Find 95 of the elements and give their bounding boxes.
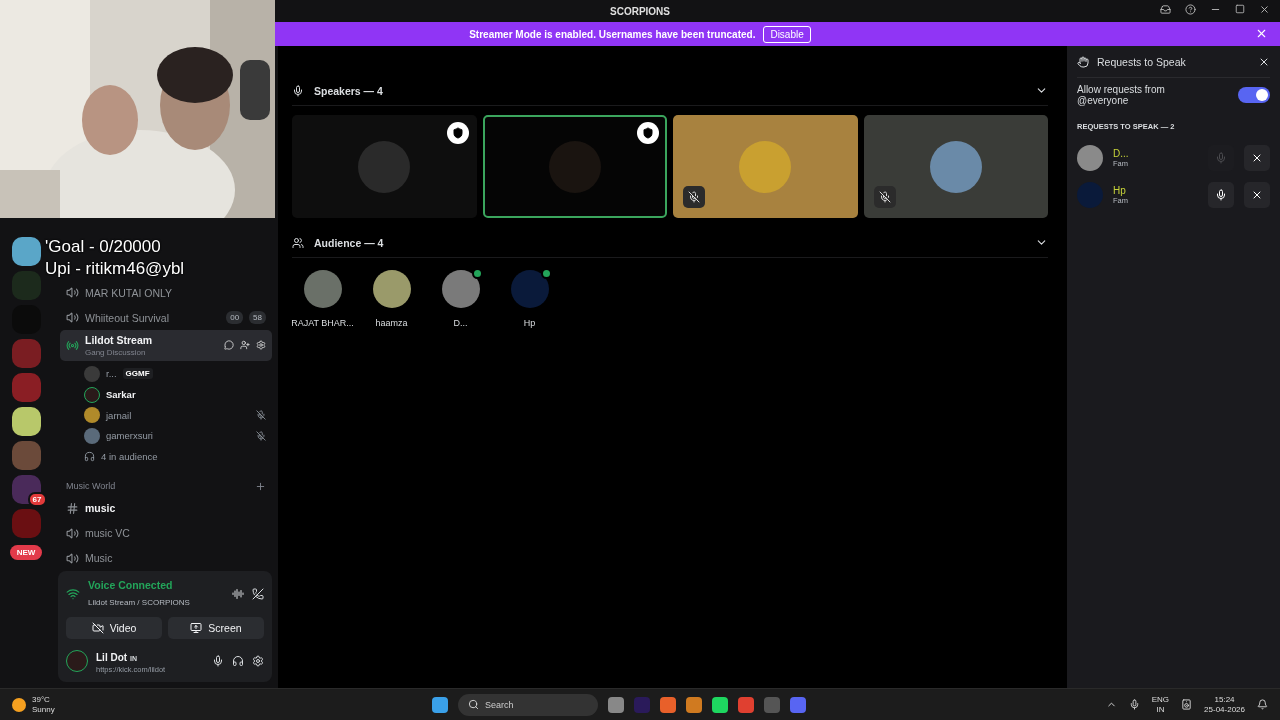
user-avatar xyxy=(66,649,88,672)
invite-icon xyxy=(240,340,250,351)
hash-icon xyxy=(66,501,79,515)
app-icon[interactable] xyxy=(686,696,702,713)
settings-icon xyxy=(256,340,266,351)
server-icon[interactable] xyxy=(11,407,41,436)
chat-icon xyxy=(224,340,234,351)
headphones-icon xyxy=(84,451,95,463)
camera-off-icon xyxy=(91,622,104,634)
user-name: Lil Dot xyxy=(96,652,128,663)
audience-count: 4 in audience xyxy=(101,451,158,463)
sun-icon xyxy=(12,697,26,712)
user-avatar[interactable] xyxy=(441,270,480,308)
channel-item[interactable]: Whiiteout Survival 00 58 xyxy=(60,305,272,330)
section-title: Audience — 4 xyxy=(314,236,384,249)
member-name[interactable]: jarnail xyxy=(106,409,132,421)
dismiss-button[interactable] xyxy=(1244,144,1270,171)
temperature: 39°C xyxy=(32,694,51,705)
screen-share-button[interactable]: Screen xyxy=(168,617,264,639)
soundwave-icon xyxy=(232,588,244,600)
user-avatar[interactable] xyxy=(510,270,549,308)
overlay-text: 'Goal - 0/20000 xyxy=(45,236,162,258)
user-avatar xyxy=(1077,181,1103,208)
mic-icon xyxy=(1128,699,1140,710)
search-field[interactable]: Search xyxy=(458,693,598,716)
bell-icon xyxy=(1257,699,1268,710)
channel-item[interactable]: MAR KUTAI ONLY xyxy=(60,280,272,305)
app-icon[interactable] xyxy=(712,696,728,713)
window-title: SCORPIONS xyxy=(610,5,670,17)
plus-icon xyxy=(255,480,266,492)
clan-tag: GGMF xyxy=(122,368,153,380)
inbox-icon xyxy=(1160,4,1171,15)
mic-icon xyxy=(1215,151,1227,164)
mic-icon xyxy=(1215,188,1227,201)
weather-condition: Sunny xyxy=(32,704,55,715)
language[interactable]: ENG xyxy=(1151,694,1170,705)
disable-button[interactable]: Disable xyxy=(763,25,811,43)
requester-name: D... xyxy=(1113,147,1130,159)
app-icon[interactable] xyxy=(660,696,676,713)
requester-name: Hp xyxy=(1113,184,1127,196)
user-avatar[interactable] xyxy=(372,270,411,308)
channel-item[interactable]: music VC xyxy=(60,520,272,546)
maximize-icon xyxy=(1235,4,1245,15)
new-badge: NEW xyxy=(9,545,43,560)
voice-status: Voice Connected xyxy=(88,579,174,591)
clock-date[interactable]: 25-04-2026 xyxy=(1204,704,1245,715)
mic-icon xyxy=(292,84,304,97)
start-icon[interactable] xyxy=(432,696,448,713)
screen-share-icon xyxy=(190,622,203,634)
speaker-tile[interactable] xyxy=(863,115,1048,218)
category-name[interactable]: Music World xyxy=(66,481,116,492)
help-icon xyxy=(1185,4,1196,15)
hang-up-icon xyxy=(252,588,264,600)
member-name[interactable]: r... xyxy=(106,368,117,380)
member-name[interactable]: gamerxsuri xyxy=(106,430,153,442)
channel-item[interactable]: music xyxy=(60,495,272,521)
users-icon xyxy=(292,236,304,249)
dismiss-button[interactable] xyxy=(1244,181,1270,208)
signal-icon xyxy=(66,587,80,601)
clock-time[interactable]: 15:24 xyxy=(1204,694,1245,705)
allow-requests-label: Allow requests from @everyone xyxy=(1077,84,1166,106)
mic-icon xyxy=(212,654,224,667)
user-avatar[interactable] xyxy=(303,270,342,308)
streamer-mode-notice: Streamer Mode is enabled. Usernames have been truncated. xyxy=(469,28,756,40)
member-name: haamza xyxy=(375,318,408,328)
allow-requests-toggle[interactable] xyxy=(1238,87,1270,103)
stage-icon xyxy=(66,338,79,352)
settings-icon xyxy=(252,654,264,667)
close-icon[interactable] xyxy=(1255,27,1268,40)
unread-badge: 67 xyxy=(27,492,47,507)
region[interactable]: IN xyxy=(1151,704,1170,715)
speaker-tile[interactable] xyxy=(482,115,667,218)
server-icon[interactable] xyxy=(11,237,41,266)
speaker-tile[interactable] xyxy=(673,115,858,218)
speaker-tile[interactable] xyxy=(292,115,477,218)
voice-channel[interactable]: Lildot Stream / SCORPIONS xyxy=(88,598,190,607)
user-avatar xyxy=(1077,144,1103,171)
channel-item[interactable]: Music xyxy=(60,545,272,571)
search-icon xyxy=(468,699,479,710)
hand-icon xyxy=(1077,55,1089,68)
overlay-text: Upi - ritikm46@ybl xyxy=(45,258,185,280)
headphones-icon xyxy=(232,654,244,667)
channel-item[interactable]: Lildot Stream Gang Discussion xyxy=(60,330,272,361)
close-icon xyxy=(1259,4,1270,15)
app-icon[interactable] xyxy=(790,696,806,713)
app-icon[interactable] xyxy=(738,696,754,713)
invite-to-speak-button[interactable] xyxy=(1208,181,1234,208)
video-button[interactable]: Video xyxy=(66,617,162,639)
task-view-icon[interactable] xyxy=(608,696,624,713)
member-name: RAJAT BHAR... xyxy=(291,318,354,328)
member-name[interactable]: Sarkar xyxy=(106,389,136,401)
panel-title: Requests to Speak xyxy=(1097,55,1186,68)
member-name: D... xyxy=(453,318,468,328)
section-title: Speakers — 4 xyxy=(314,84,383,97)
member-name: Hp xyxy=(523,318,536,328)
